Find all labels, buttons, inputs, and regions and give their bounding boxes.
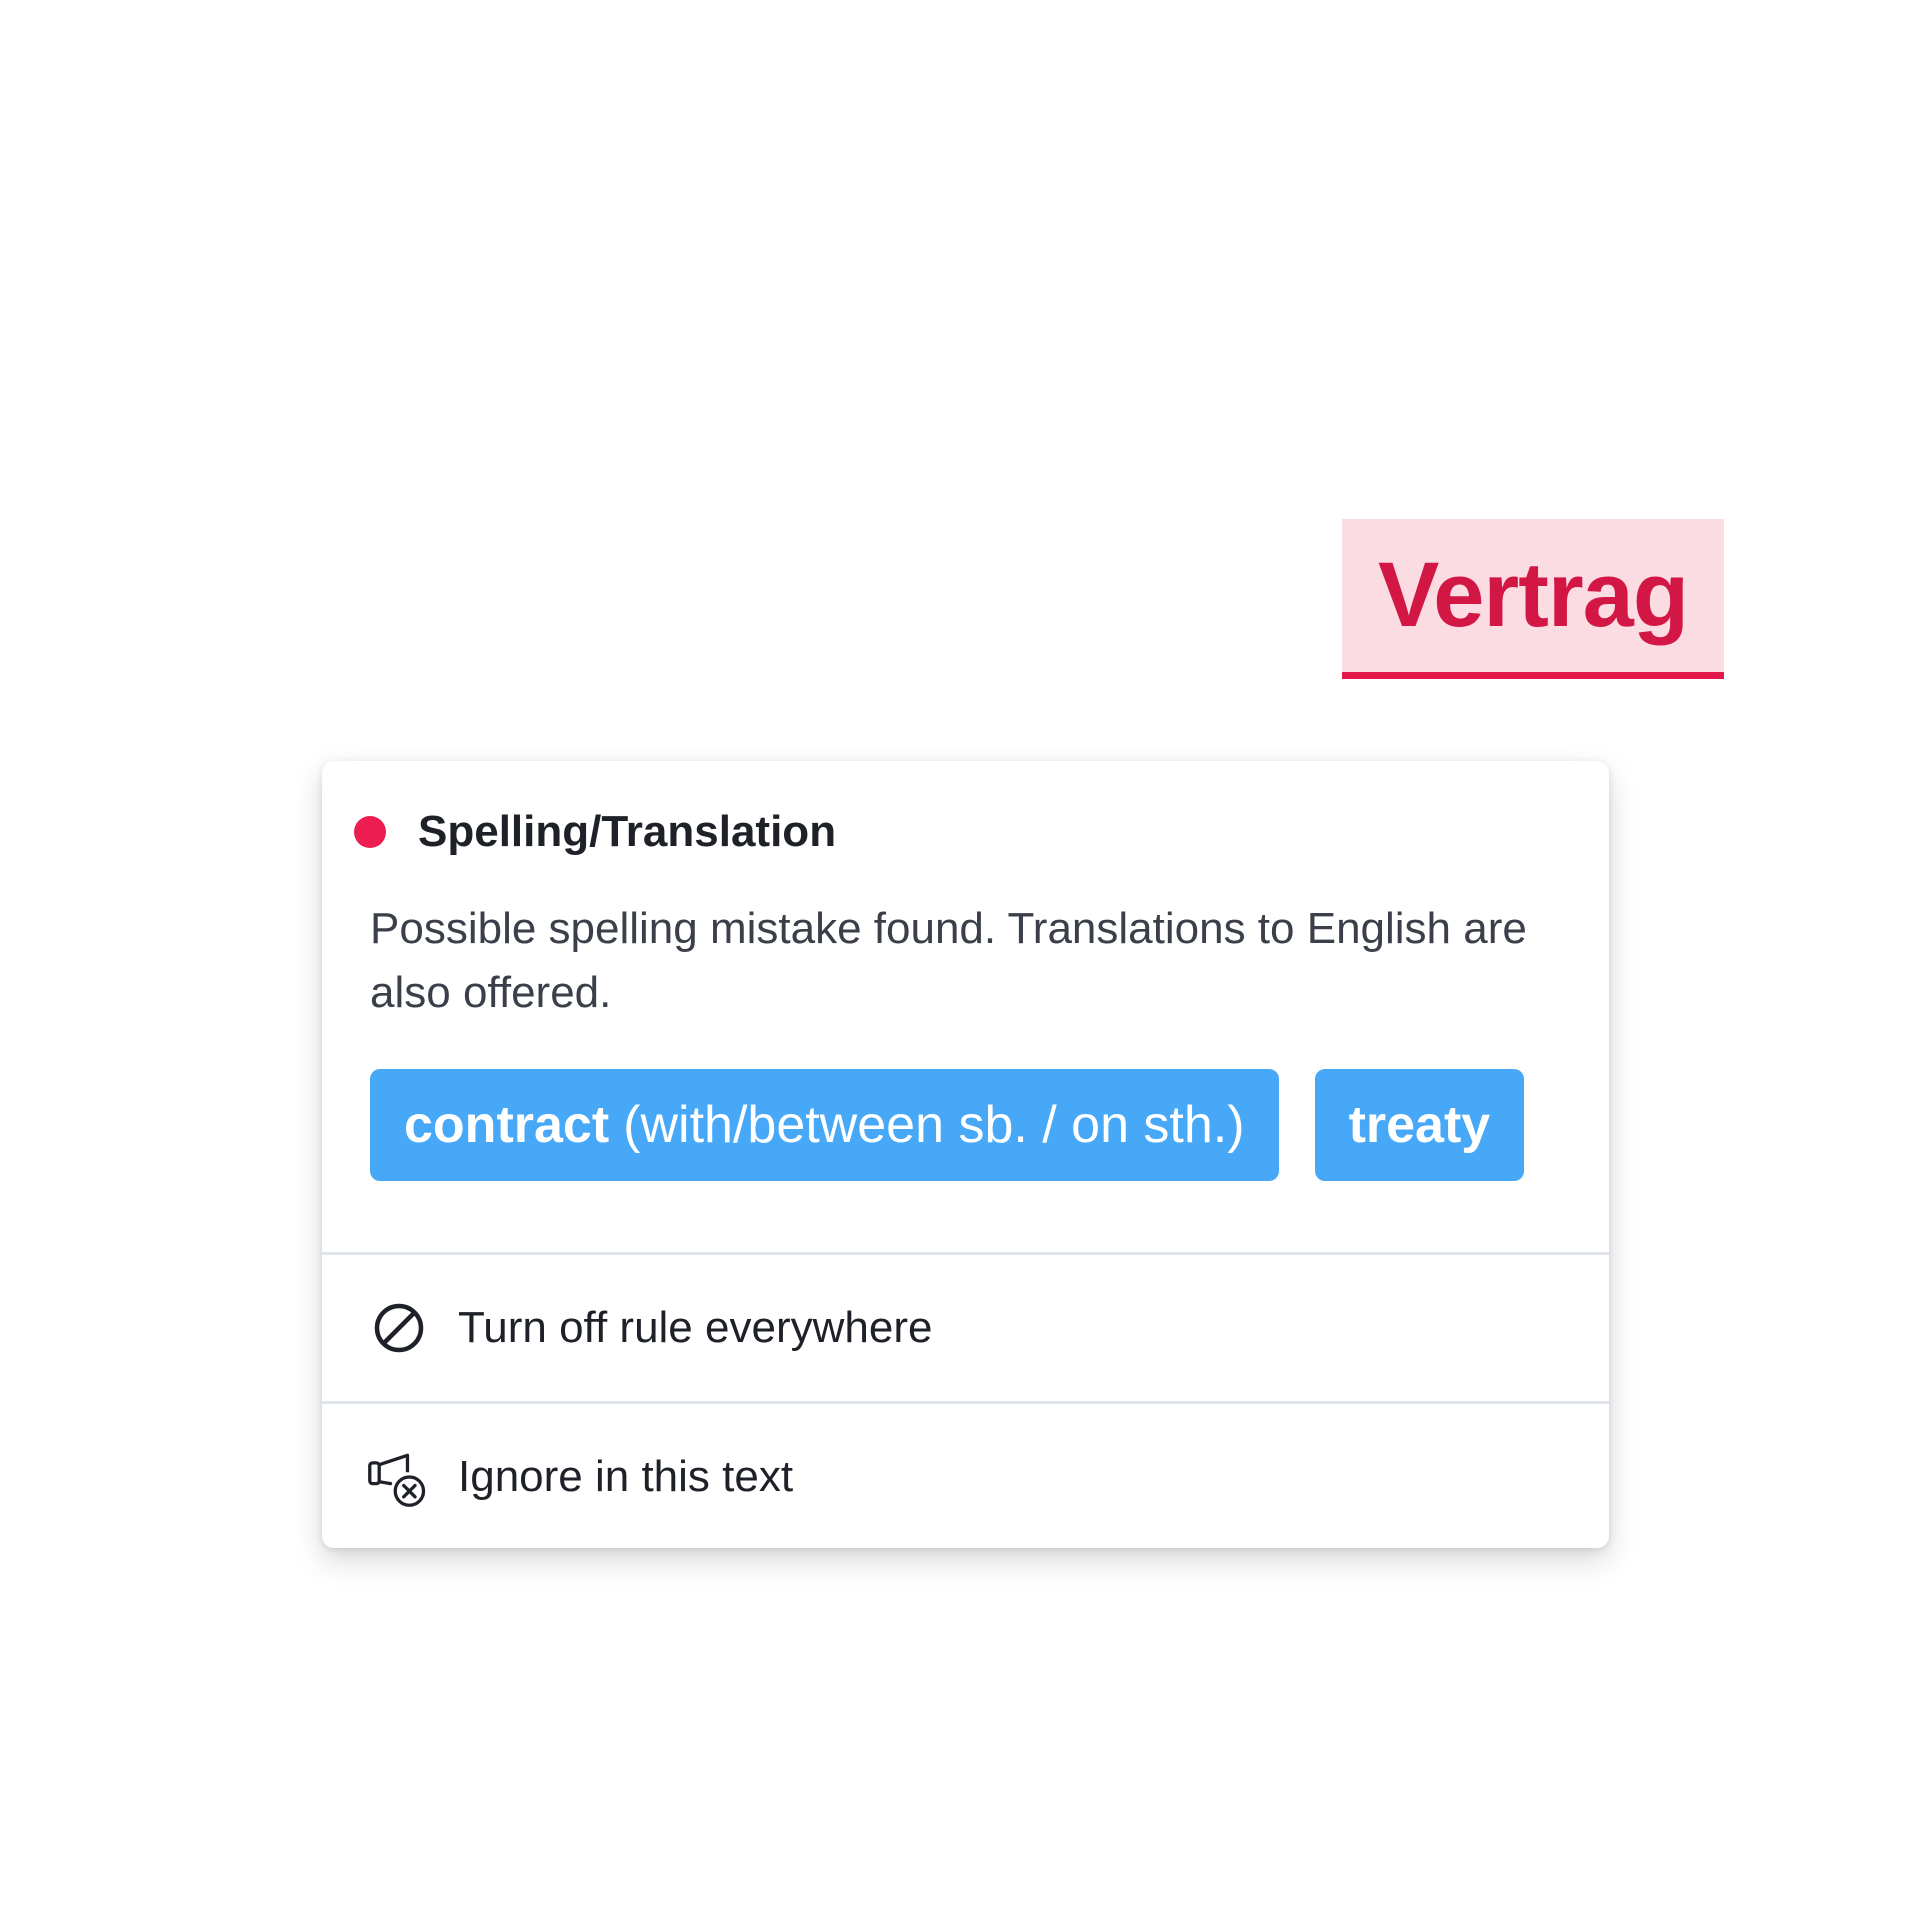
megaphone-ignore-icon (366, 1444, 432, 1510)
turn-off-rule-button[interactable]: Turn off rule everywhere (322, 1255, 1609, 1401)
ignore-in-text-label: Ignore in this text (458, 1452, 794, 1501)
prohibit-icon (366, 1295, 432, 1361)
suggestion-list: contract (with/between sb. / on sth.) tr… (370, 1069, 1559, 1181)
rule-category-dot (354, 816, 386, 848)
suggestion-popup: Spelling/Translation Possible spelling m… (322, 761, 1609, 1548)
flagged-word-text: Vertrag (1377, 544, 1689, 646)
suggestion-main-text: treaty (1348, 1096, 1491, 1154)
turn-off-rule-label: Turn off rule everywhere (458, 1303, 933, 1352)
rule-message: Possible spelling mistake found. Transla… (370, 904, 1527, 1017)
rule-title: Spelling/Translation (418, 807, 837, 856)
suggestion-detail-text: (with/between sb. / on sth.) (623, 1096, 1245, 1154)
suggestion-button-treaty[interactable]: treaty (1314, 1069, 1525, 1181)
canvas: Vertrag Spelling/Translation Possible sp… (0, 0, 1920, 1920)
suggestion-button-contract[interactable]: contract (with/between sb. / on sth.) (370, 1069, 1279, 1181)
popup-content: Spelling/Translation Possible spelling m… (322, 761, 1609, 1252)
ignore-in-text-button[interactable]: Ignore in this text (322, 1404, 1609, 1548)
suggestion-main-text: contract (404, 1096, 610, 1154)
rule-header: Spelling/Translation (354, 807, 1559, 857)
flagged-word[interactable]: Vertrag (1342, 519, 1724, 679)
